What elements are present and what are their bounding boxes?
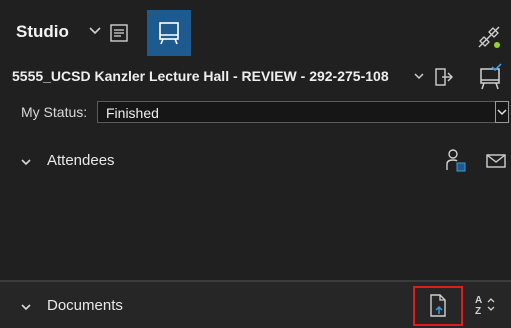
upload-document-button[interactable] — [413, 286, 463, 326]
studio-panel: Studio 5555_UCSD Kanzler Lecture Hall - … — [0, 0, 511, 328]
connection-status-button[interactable] — [476, 24, 502, 50]
chevron-down-icon[interactable] — [20, 156, 32, 168]
upload-document-icon — [430, 294, 446, 317]
status-dropdown-toggle[interactable] — [495, 101, 509, 123]
mail-attendees-button[interactable] — [484, 150, 508, 172]
presentation-screen-icon — [159, 22, 179, 45]
check-in-screen-icon — [480, 63, 502, 90]
sort-az-icon: A Z — [475, 295, 495, 317]
status-value: Finished — [106, 105, 159, 121]
sort-documents-button[interactable]: A Z — [472, 292, 502, 318]
leave-session-icon — [435, 68, 453, 86]
status-dot — [494, 42, 500, 48]
documents-section-header[interactable]: Documents A Z — [0, 282, 511, 328]
session-title[interactable]: 5555_UCSD Kanzler Lecture Hall - REVIEW … — [12, 68, 389, 84]
mail-icon — [486, 154, 506, 168]
status-label: My Status: — [21, 104, 88, 120]
presentation-mode-button[interactable] — [147, 10, 191, 56]
connection-status-icon — [478, 26, 500, 48]
leave-session-button[interactable] — [432, 65, 456, 89]
studio-menu-label[interactable]: Studio — [16, 22, 69, 42]
add-attendee-icon — [446, 149, 466, 172]
attendees-list — [0, 183, 511, 279]
chevron-down-icon — [497, 109, 507, 116]
check-in-screen-button[interactable] — [476, 62, 504, 92]
agenda-list-icon — [110, 24, 128, 42]
attendees-section-header[interactable]: Attendees — [0, 141, 511, 181]
agenda-list-button[interactable] — [108, 22, 130, 44]
svg-text:A: A — [475, 295, 482, 306]
svg-text:Z: Z — [475, 306, 481, 317]
chevron-down-icon[interactable] — [88, 24, 102, 38]
top-bar: Studio — [0, 0, 511, 60]
attendees-title: Attendees — [47, 152, 115, 169]
documents-title: Documents — [47, 297, 123, 314]
add-attendee-button[interactable] — [443, 147, 469, 175]
status-row: My Status: Finished — [0, 98, 511, 126]
chevron-down-icon[interactable] — [20, 301, 32, 313]
status-select[interactable]: Finished — [97, 101, 509, 123]
chevron-down-icon[interactable] — [413, 70, 425, 82]
session-row: 5555_UCSD Kanzler Lecture Hall - REVIEW … — [0, 62, 511, 92]
